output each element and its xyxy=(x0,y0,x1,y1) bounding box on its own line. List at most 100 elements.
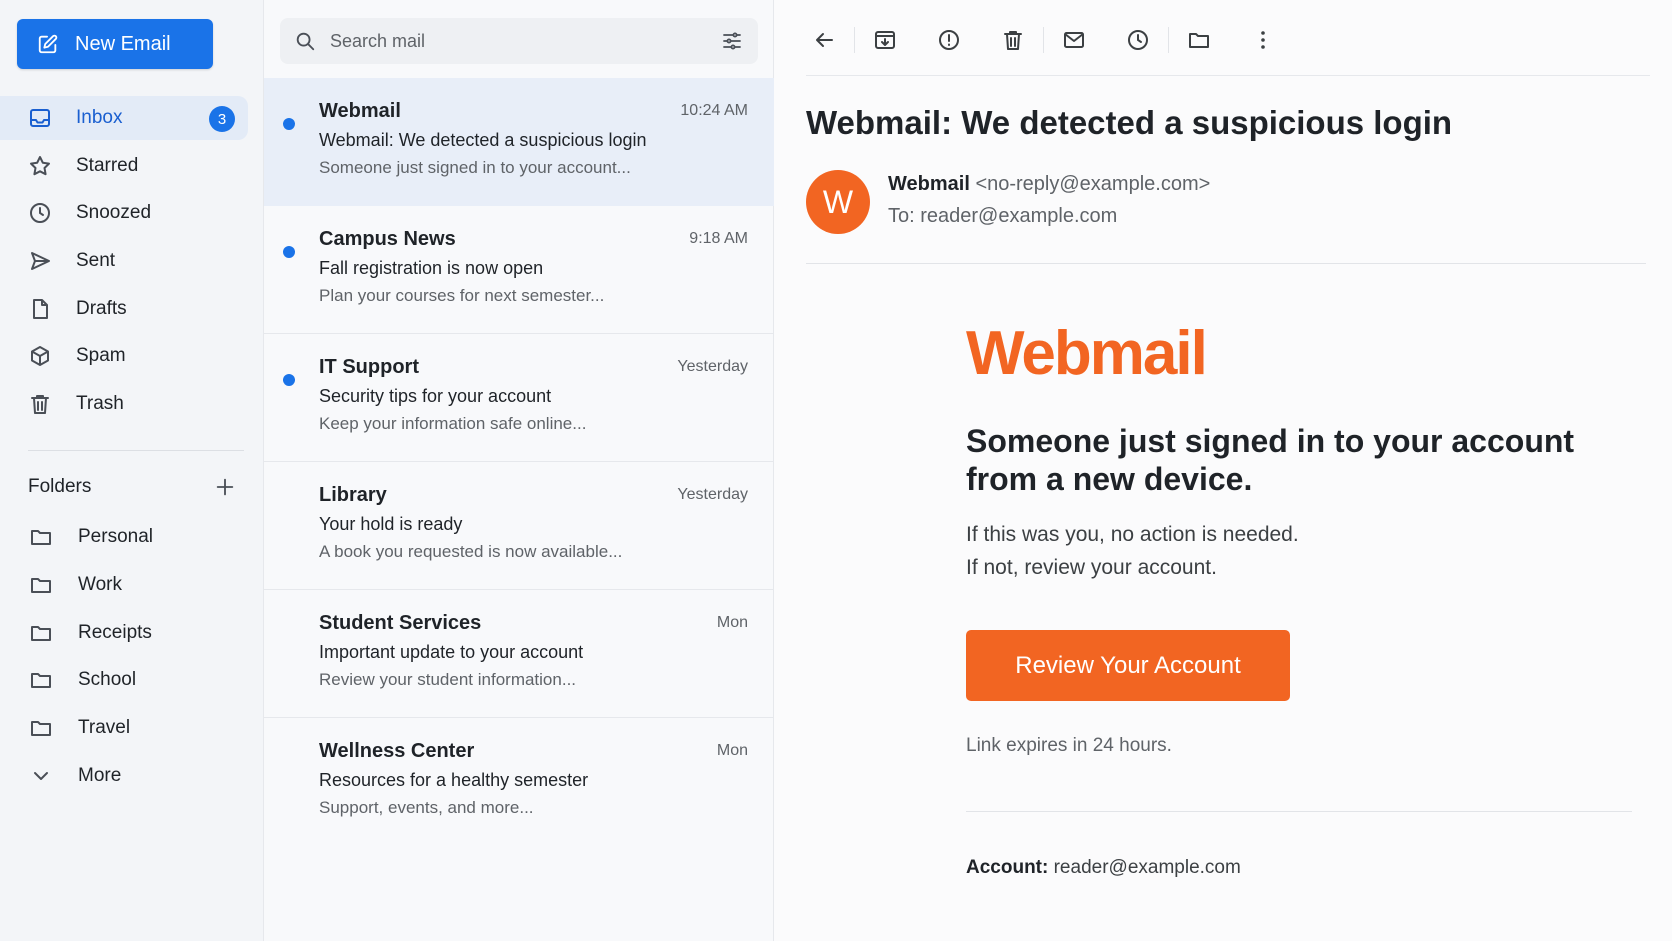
inbox-icon xyxy=(30,109,50,127)
unread-dot xyxy=(283,118,295,130)
folder-icon xyxy=(31,530,51,545)
search-input[interactable] xyxy=(330,30,720,52)
message-row[interactable]: Webmail 10:24 AM Webmail: We detected a … xyxy=(264,78,774,206)
add-folder-icon[interactable] xyxy=(214,476,236,498)
new-email-button[interactable]: New Email xyxy=(17,19,213,69)
sender-address: <no-reply@example.com> xyxy=(975,173,1211,195)
folder-label: School xyxy=(78,669,137,691)
message-preview: Support, events, and more... xyxy=(319,798,534,817)
unread-dot xyxy=(283,246,295,258)
folder-item-personal[interactable]: Personal xyxy=(0,515,264,559)
message-sender: Webmail xyxy=(319,100,401,122)
alert-circle-icon xyxy=(939,30,959,50)
archive-button[interactable] xyxy=(867,22,903,58)
message-toolbar xyxy=(806,22,1281,58)
message-row[interactable]: Wellness Center Mon Resources for a heal… xyxy=(264,718,774,846)
message-subject: Security tips for your account xyxy=(319,386,552,406)
mark-unread-button[interactable] xyxy=(1056,22,1092,58)
account-value: reader@example.com xyxy=(1053,857,1241,878)
folder-label: Receipts xyxy=(78,621,152,643)
back-button[interactable] xyxy=(806,22,842,58)
nav-item-sent[interactable]: Sent xyxy=(0,239,264,283)
unread-dot xyxy=(283,374,295,386)
nav-item-snoozed[interactable]: Snoozed xyxy=(0,191,264,235)
message-sender: Library xyxy=(319,484,387,506)
new-email-label: New Email xyxy=(75,32,171,55)
email-subject-title: Webmail: We detected a suspicious login xyxy=(806,104,1453,141)
link-expiry-note: Link expires in 24 hours. xyxy=(966,735,1172,756)
trash-icon xyxy=(1004,31,1022,50)
message-sender: Campus News xyxy=(319,228,456,250)
nav-item-trash[interactable]: Trash xyxy=(0,382,264,426)
search-bar xyxy=(280,18,758,64)
account-line: Account: reader@example.com xyxy=(966,857,1241,879)
message-sender: Wellness Center xyxy=(319,740,475,762)
nav-label: Sent xyxy=(76,250,116,272)
nav-label: Trash xyxy=(76,393,124,415)
message-list-pane: Webmail 10:24 AM Webmail: We detected a … xyxy=(264,0,774,941)
move-to-folder-button[interactable] xyxy=(1181,22,1217,58)
delete-button[interactable] xyxy=(995,22,1031,58)
nav-label: Snoozed xyxy=(76,202,152,224)
message-preview: Review your student information... xyxy=(319,670,577,689)
nav-item-starred[interactable]: Starred xyxy=(0,144,264,188)
filter-icon[interactable] xyxy=(720,29,744,53)
spam-icon xyxy=(31,346,49,367)
folder-list: Personal Work Receipts School Travel Mor… xyxy=(0,515,264,802)
email-headline: Someone just signed in to your account f… xyxy=(966,423,1575,497)
avatar: W xyxy=(806,170,870,234)
snooze-button[interactable] xyxy=(1120,22,1156,58)
search-icon xyxy=(296,32,315,51)
review-account-button[interactable]: Review Your Account xyxy=(966,630,1290,701)
nav-label: Drafts xyxy=(76,297,127,319)
sidebar-divider xyxy=(28,450,244,451)
message-time: 9:18 AM xyxy=(689,230,748,247)
sender-name: Webmail xyxy=(888,173,970,195)
nav-label: Inbox xyxy=(76,107,123,128)
more-options-button[interactable] xyxy=(1245,22,1281,58)
toolbar-separator xyxy=(854,27,855,53)
message-row[interactable]: Campus News 9:18 AM Fall registration is… xyxy=(264,206,774,334)
folder-item-school[interactable]: School xyxy=(0,658,264,702)
draft-icon xyxy=(33,298,48,319)
account-label: Account: xyxy=(966,857,1049,878)
message-time: Yesterday xyxy=(677,486,748,503)
folder-item-receipts[interactable]: Receipts xyxy=(0,611,264,655)
message-row[interactable]: IT Support Yesterday Security tips for y… xyxy=(264,334,774,462)
nav-item-inbox[interactable]: Inbox 3 xyxy=(0,96,248,140)
folder-item-work[interactable]: Work xyxy=(0,563,264,607)
message-preview: A book you requested is now available... xyxy=(319,542,623,561)
folders-label: Folders xyxy=(28,476,92,497)
message-subject: Fall registration is now open xyxy=(319,258,544,278)
nav-item-drafts[interactable]: Drafts xyxy=(0,287,264,331)
recipient-line: To: reader@example.com xyxy=(888,205,1118,227)
toolbar-separator xyxy=(1168,27,1169,53)
folder-item-travel[interactable]: Travel xyxy=(0,706,264,750)
message-subject: Important update to your account xyxy=(319,642,584,662)
arrow-left-icon xyxy=(816,33,833,47)
message-time: 10:24 AM xyxy=(680,102,748,119)
clock-icon xyxy=(30,203,50,224)
folder-icon xyxy=(1189,33,1209,48)
message-row[interactable]: Student Services Mon Important update to… xyxy=(264,590,774,718)
star-icon xyxy=(30,155,50,175)
toolbar-divider xyxy=(806,75,1650,76)
nav-item-spam[interactable]: Spam xyxy=(0,334,264,378)
more-label: More xyxy=(78,764,122,786)
email-paragraph: If not, review your account. xyxy=(966,556,1217,579)
folders-more-toggle[interactable]: More xyxy=(0,754,264,798)
folder-label: Travel xyxy=(78,717,131,739)
nav-label: Starred xyxy=(76,154,139,176)
sidebar: New Email Inbox 3 Starred Snoozed Sent D… xyxy=(0,0,264,941)
message-list: Webmail 10:24 AM Webmail: We detected a … xyxy=(264,78,774,846)
message-time: Yesterday xyxy=(677,358,748,375)
compose-icon xyxy=(38,34,58,54)
message-subject: Your hold is ready xyxy=(319,514,463,534)
folder-icon xyxy=(31,673,51,689)
sender-line: Webmail <no-reply@example.com> xyxy=(888,173,1210,196)
clock-icon xyxy=(1128,30,1148,50)
trash-icon xyxy=(31,395,49,415)
unread-count-badge: 3 xyxy=(209,106,235,132)
message-row[interactable]: Library Yesterday Your hold is ready A b… xyxy=(264,462,774,590)
report-spam-button[interactable] xyxy=(931,22,967,58)
